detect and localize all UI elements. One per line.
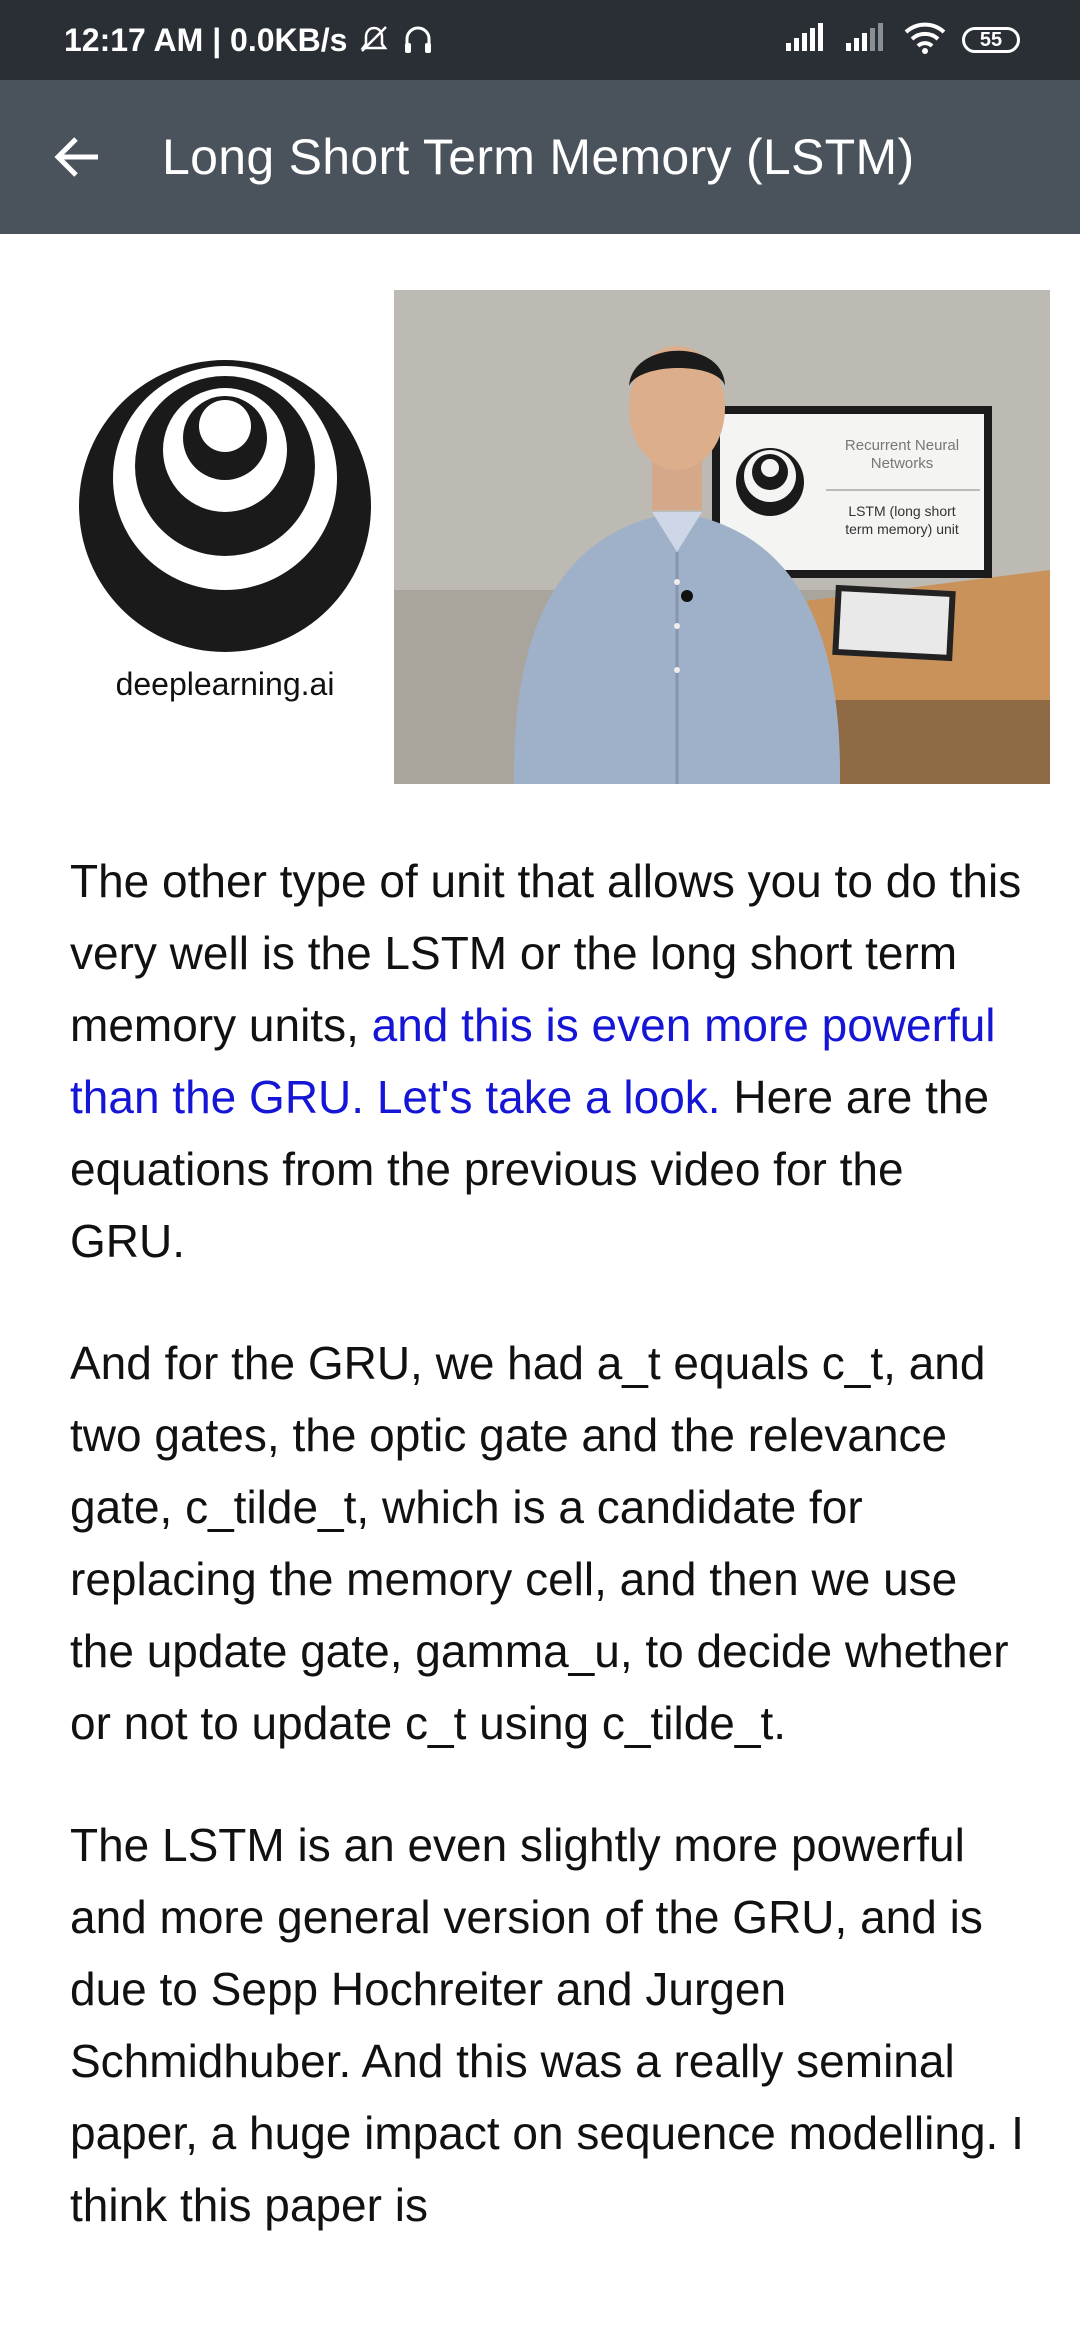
lesson-hero: deeplearning.ai Recurrent Neural Networks…: [0, 290, 1080, 784]
transcript-paragraph-1: The other type of unit that allows you t…: [70, 845, 1030, 1277]
status-left: 12:17 AM | 0.0KB/s: [64, 22, 435, 59]
page-title: Long Short Term Memory (LSTM): [162, 129, 915, 185]
signal-2-icon: [844, 22, 888, 58]
back-button[interactable]: [18, 80, 138, 234]
mute-icon: [357, 23, 391, 57]
status-right: 55: [784, 22, 1020, 59]
deeplearning-logo: deeplearning.ai: [70, 360, 380, 730]
wifi-icon: [904, 22, 946, 59]
logo-icon: [79, 360, 371, 652]
transcript-paragraph-2: And for the GRU, we had a_t equals c_t, …: [70, 1337, 1009, 1749]
transcript: The other type of unit that allows you t…: [70, 845, 1030, 2291]
battery-indicator: 55: [962, 27, 1020, 53]
video-thumbnail[interactable]: Recurrent Neural Networks LSTM (long shor…: [394, 290, 1050, 784]
arrow-left-icon: [54, 137, 98, 177]
video-scene: Recurrent Neural Networks LSTM (long shor…: [394, 290, 1050, 784]
signal-icon: [784, 22, 828, 58]
status-time-speed: 12:17 AM | 0.0KB/s: [64, 21, 348, 58]
transcript-paragraph-3: The LSTM is an even slightly more powerf…: [70, 1819, 1024, 2231]
status-bar: 12:17 AM | 0.0KB/s 55: [0, 0, 1080, 80]
logo-caption: deeplearning.ai: [115, 666, 335, 702]
app-bar: Long Short Term Memory (LSTM): [0, 80, 1080, 234]
headphones-icon: [401, 23, 435, 57]
